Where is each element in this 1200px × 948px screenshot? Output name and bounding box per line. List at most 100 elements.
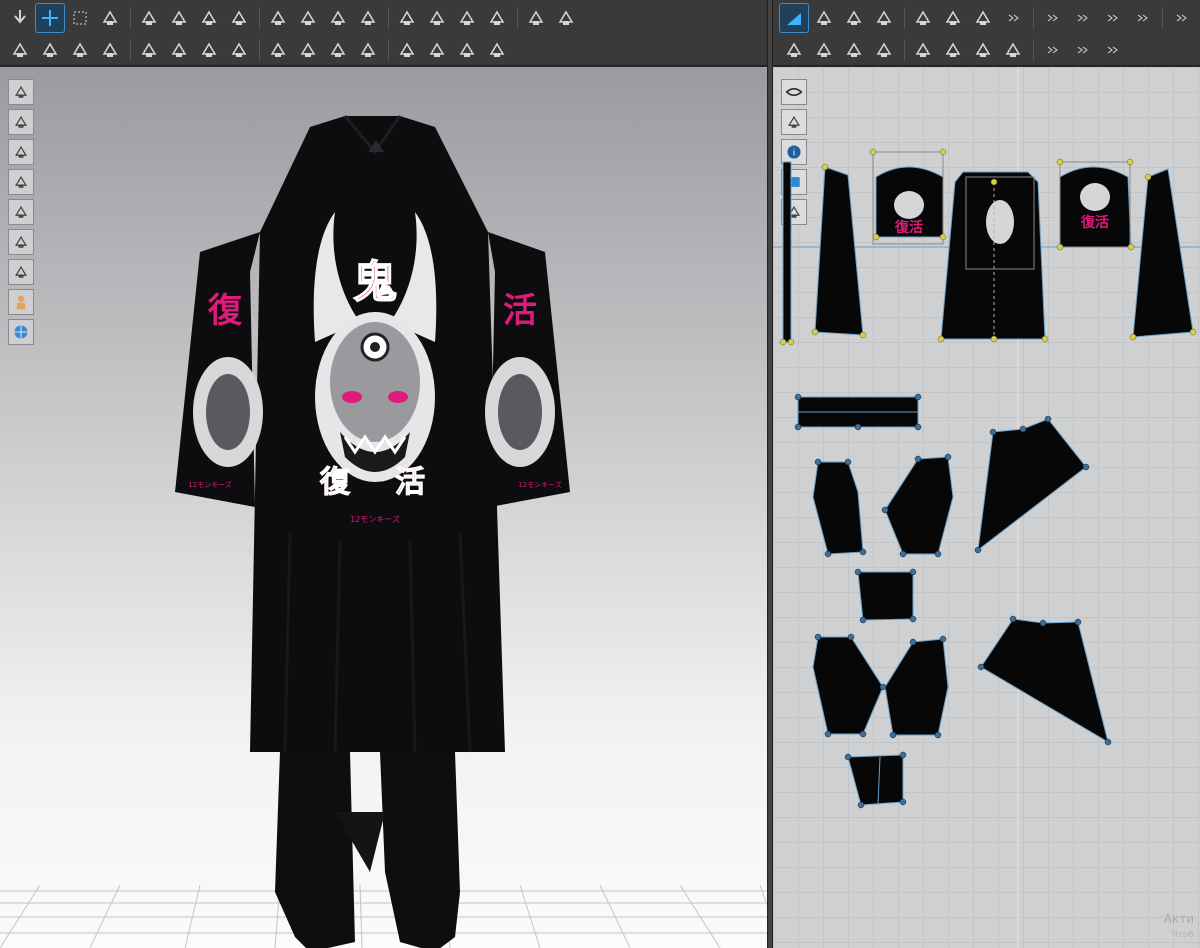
toolbar-separator [517, 7, 518, 29]
pattern-pants-5[interactable] [884, 638, 949, 736]
pattern-tool-button-more[interactable] [1038, 4, 1066, 32]
tool-button-walk[interactable] [6, 36, 34, 64]
view3d-avatar-skin-button[interactable] [8, 289, 34, 315]
tack-icon [72, 42, 88, 57]
view3d-brush-button[interactable] [8, 169, 34, 195]
pattern-pants-3[interactable] [857, 571, 914, 621]
pattern-tool-button-steam-pattern[interactable] [840, 36, 868, 64]
pattern-tool-button-arrange-pattern[interactable] [999, 36, 1027, 64]
tool-button-select-mesh[interactable] [66, 4, 94, 32]
pattern-pants-4[interactable] [812, 636, 884, 735]
pattern-tool-button-more[interactable] [1128, 4, 1156, 32]
tool-button-measure[interactable] [453, 4, 481, 32]
tool-button-steam[interactable] [96, 36, 124, 64]
tool-button-avatar[interactable] [393, 4, 421, 32]
pattern-pants-1[interactable] [812, 461, 864, 555]
3d-garment-model[interactable]: 鬼 復 活 12モンキーズ 復 12モンキーズ 活 12モンキーズ [170, 112, 580, 948]
rectangle-icon [915, 10, 931, 25]
pattern-tool-button-iron[interactable] [909, 36, 937, 64]
pattern-tool-button-more[interactable] [999, 4, 1027, 32]
tool-button-needle[interactable] [225, 4, 253, 32]
tool-button-button-round[interactable] [294, 36, 322, 64]
tool-button-split[interactable] [483, 36, 511, 64]
tool-button-shirt-stripe[interactable] [522, 4, 550, 32]
button-round-icon [300, 42, 316, 57]
pattern-tool-button-polygon[interactable] [870, 4, 898, 32]
pattern-tool-button-more[interactable] [1068, 36, 1096, 64]
rotate-icon [171, 10, 187, 25]
more-icon [1107, 46, 1118, 54]
avatar-view-icon [15, 205, 27, 218]
pattern-gusset-bottom[interactable] [980, 618, 1109, 744]
tool-button-tack[interactable] [66, 36, 94, 64]
tool-button-pin[interactable] [264, 4, 292, 32]
pattern-kanji-a: 復活 [894, 219, 923, 236]
view3d-stack-button[interactable] [8, 229, 34, 255]
pattern-tool-button-more[interactable] [1098, 36, 1126, 64]
edit-curve-icon [816, 10, 832, 25]
pattern-tool-button-ellipse[interactable] [939, 4, 967, 32]
tool-button-down-arrow[interactable] [6, 4, 34, 32]
tool-button-shrink[interactable] [135, 36, 163, 64]
view3d-cube-button[interactable] [8, 79, 34, 105]
needle-icon [231, 10, 247, 25]
pattern-tool-button-more[interactable] [1167, 4, 1195, 32]
pattern-pants-2[interactable] [884, 456, 954, 555]
tool-button-button[interactable] [423, 4, 451, 32]
pattern-tool-button-internal-polygon[interactable] [969, 4, 997, 32]
view3d-shirt-view-button[interactable] [8, 109, 34, 135]
pattern-sleeve-left[interactable] [814, 166, 864, 336]
toolbar-separator [1033, 39, 1034, 61]
pattern-sleeve-right[interactable] [1132, 168, 1194, 338]
tool-button-arrange[interactable] [294, 4, 322, 32]
tool-button-lock[interactable] [324, 36, 352, 64]
tool-button-gradient[interactable] [453, 36, 481, 64]
tool-button-zipper[interactable] [354, 36, 382, 64]
tool-button-grading[interactable] [393, 36, 421, 64]
pattern-tool-button-edit-curve[interactable] [810, 4, 838, 32]
view3d-shirt-texture-button[interactable] [8, 139, 34, 165]
tool-button-shirt[interactable] [324, 4, 352, 32]
tool-button-add-point[interactable] [264, 36, 292, 64]
tool-button-transform[interactable] [195, 4, 223, 32]
view3d-avatar-view-button[interactable] [8, 199, 34, 225]
tool-button-pin-tool[interactable] [36, 36, 64, 64]
pattern-tool-button-more[interactable] [1068, 4, 1096, 32]
tool-button-tape[interactable] [483, 4, 511, 32]
tool-button-fold[interactable] [135, 4, 163, 32]
pattern-back-center[interactable] [940, 171, 1046, 340]
pattern-tool-button-garment[interactable] [939, 36, 967, 64]
checker-icon [231, 42, 247, 57]
pattern-canvas[interactable]: 復活 復活 [773, 67, 1200, 948]
tool-button-fold-angle[interactable] [423, 36, 451, 64]
view3d-surface-button[interactable] [8, 259, 34, 285]
tool-button-shirt-alt[interactable] [354, 4, 382, 32]
pattern-tool-button-rectangle[interactable] [909, 4, 937, 32]
pattern-gusset-top[interactable] [977, 418, 1087, 552]
more-icon [1047, 46, 1058, 54]
add-point-icon [270, 42, 286, 57]
pattern-tool-button-fold-pattern[interactable] [810, 36, 838, 64]
tool-button-shirt-layer[interactable] [165, 36, 193, 64]
tool-button-rotate[interactable] [165, 4, 193, 32]
pattern-tool-button-edit-point[interactable] [840, 4, 868, 32]
pattern-tool-button-pin-pattern[interactable] [870, 36, 898, 64]
pattern-pants-6[interactable] [847, 754, 904, 806]
pattern-collar-strip[interactable] [782, 161, 792, 343]
pattern-tool-button-edit-pattern[interactable] [779, 3, 809, 33]
pattern-tool-button-transform-pattern[interactable] [780, 36, 808, 64]
tool-button-select-move[interactable] [35, 3, 65, 33]
pattern-tool-button-more[interactable] [1038, 36, 1066, 64]
tool-button-pattern[interactable] [195, 36, 223, 64]
view3d-globe-button[interactable] [8, 319, 34, 345]
tool-button-shirt-check[interactable] [552, 4, 580, 32]
activation-watermark: Акти [1163, 912, 1194, 926]
pattern-tool-button-garment-layer[interactable] [969, 36, 997, 64]
tool-button-fold-arrange[interactable] [96, 4, 124, 32]
pattern-tool-button-more[interactable] [1098, 4, 1126, 32]
fold-arrange-icon [102, 10, 118, 25]
toolbar-separator [1033, 7, 1034, 29]
2d-pattern-window[interactable]: i 復活 復活 Акти Чтоб [773, 67, 1200, 948]
tool-button-checker[interactable] [225, 36, 253, 64]
3d-garment-window[interactable]: 鬼 復 活 12モンキーズ 復 12モンキーズ 活 12モンキーズ [0, 67, 767, 948]
